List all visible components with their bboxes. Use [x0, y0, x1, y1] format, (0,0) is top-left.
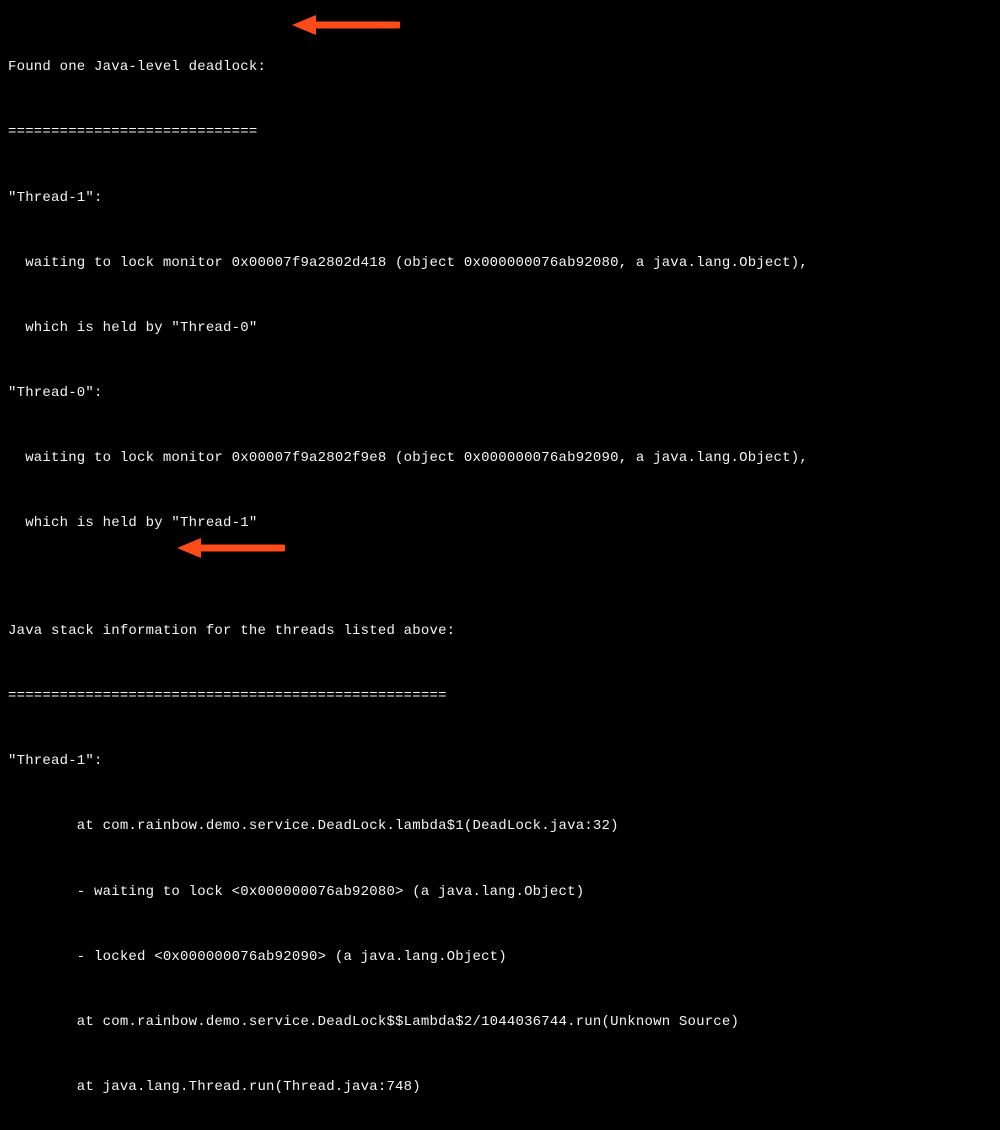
terminal-output: Found one Java-level deadlock: =========… [8, 14, 992, 1130]
output-line: at java.lang.Thread.run(Thread.java:748) [8, 1077, 992, 1099]
output-line: which is held by "Thread-0" [8, 318, 992, 340]
output-line: waiting to lock monitor 0x00007f9a2802d4… [8, 253, 992, 275]
output-line: Found one Java-level deadlock: [8, 57, 992, 79]
output-line: at com.rainbow.demo.service.DeadLock.lam… [8, 816, 992, 838]
output-line: "Thread-1": [8, 751, 992, 773]
output-line: - waiting to lock <0x000000076ab92080> (… [8, 882, 992, 904]
output-line: ============================= [8, 122, 992, 144]
output-line: "Thread-1": [8, 188, 992, 210]
output-line: Java stack information for the threads l… [8, 621, 992, 643]
output-line: - locked <0x000000076ab92090> (a java.la… [8, 947, 992, 969]
output-line: ========================================… [8, 686, 992, 708]
output-line: waiting to lock monitor 0x00007f9a2802f9… [8, 448, 992, 470]
output-line: at com.rainbow.demo.service.DeadLock$$La… [8, 1012, 992, 1034]
output-line: "Thread-0": [8, 383, 992, 405]
output-line: which is held by "Thread-1" [8, 513, 992, 535]
